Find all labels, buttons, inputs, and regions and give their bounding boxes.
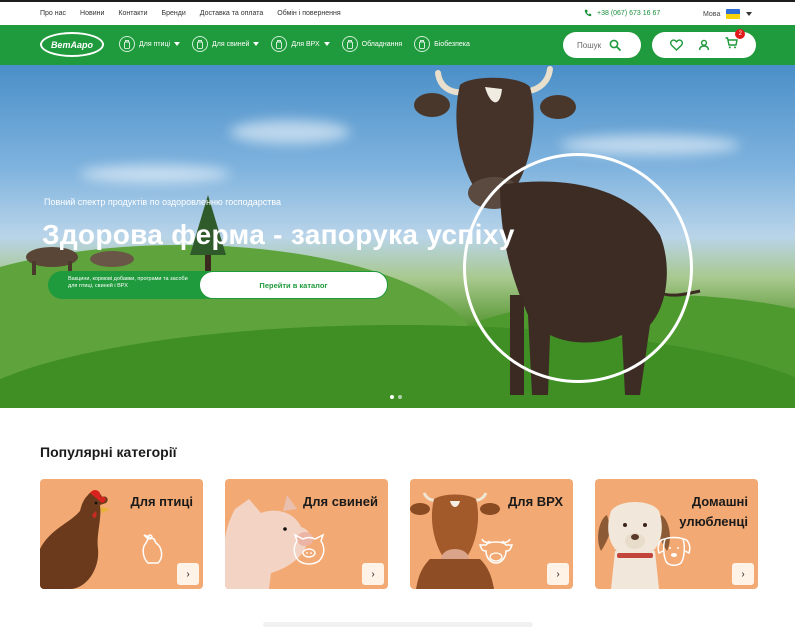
pig-icon xyxy=(293,533,325,565)
next-section-edge xyxy=(263,622,533,627)
hero-banner: Повний спектр продуктів по оздоровленню … xyxy=(0,65,795,408)
category-card-poultry[interactable]: Для птиці › xyxy=(40,479,203,589)
search-icon[interactable] xyxy=(609,39,622,51)
hero-ring-decoration xyxy=(463,153,693,383)
cart-count-badge: 2 xyxy=(735,29,746,39)
slider-dot[interactable] xyxy=(390,395,394,399)
slider-dot[interactable] xyxy=(398,395,402,399)
nav-label: Для птиці xyxy=(139,40,171,48)
category-label: Для птиці xyxy=(130,494,193,509)
hero-cta-group: Вакцини, кормові добавки, програми та за… xyxy=(48,271,388,299)
topnav-returns[interactable]: Обмін і повернення xyxy=(277,10,340,17)
top-nav: Про нас Новини Контакти Бренди Доставка … xyxy=(40,10,341,17)
chevron-down-icon xyxy=(746,12,753,16)
chevron-right-icon[interactable]: › xyxy=(732,563,754,585)
jar-icon xyxy=(119,36,135,52)
phone-icon xyxy=(584,9,592,17)
category-label: Для ВРХ xyxy=(508,494,563,509)
dog-icon xyxy=(657,536,691,566)
language-selector[interactable]: Мова xyxy=(703,9,753,19)
topnav-about[interactable]: Про нас xyxy=(40,10,66,17)
jar-icon xyxy=(192,36,209,52)
nav-pigs[interactable]: Для свиней xyxy=(192,36,260,52)
search-placeholder: Пошук xyxy=(577,40,602,50)
ukraine-flag-icon xyxy=(726,9,741,19)
chevron-right-icon[interactable]: › xyxy=(177,563,199,585)
heart-icon[interactable] xyxy=(669,39,683,51)
phone-number: +38 (067) 673 16 67 xyxy=(597,9,661,17)
logo[interactable]: ВетАаро xyxy=(40,32,104,57)
nav-equipment[interactable]: Обладнання xyxy=(341,36,403,52)
hero-cta-note: Вакцини, кормові добавки, програми та за… xyxy=(68,276,188,289)
chevron-down-icon xyxy=(174,42,181,46)
chevron-right-icon[interactable]: › xyxy=(362,563,384,585)
categories-title: Популярні категорії xyxy=(40,444,177,460)
language-label: Мова xyxy=(703,10,721,18)
nav-label: Обладнання xyxy=(361,40,403,48)
main-header: ВетАаро Для птиці Для свиней Для ВРХ Обл… xyxy=(0,25,795,65)
cow-icon xyxy=(478,538,514,564)
search-input[interactable]: Пошук xyxy=(563,32,641,58)
cart-button[interactable]: 2 xyxy=(725,29,746,54)
topnav-news[interactable]: Новини xyxy=(80,10,104,17)
nav-cattle[interactable]: Для ВРХ xyxy=(271,36,330,52)
nav-biosecurity[interactable]: Біобезпека xyxy=(414,36,470,52)
logo-text: ВетАаро xyxy=(50,39,94,50)
main-nav: Для птиці Для свиней Для ВРХ Обладнання … xyxy=(119,36,470,52)
nav-poultry[interactable]: Для птиці xyxy=(119,36,181,52)
hero-subtitle: Повний спектр продуктів по оздоровленню … xyxy=(44,197,282,207)
cart-icon xyxy=(725,37,739,49)
nav-label: Для ВРХ xyxy=(291,40,320,48)
user-icon[interactable] xyxy=(698,39,710,51)
jar-icon xyxy=(341,36,358,52)
chevron-down-icon xyxy=(323,42,330,46)
catalog-button[interactable]: Перейти в каталог xyxy=(199,271,388,299)
top-bar: Про нас Новини Контакти Бренди Доставка … xyxy=(0,2,795,25)
category-card-pigs[interactable]: Для свиней › xyxy=(225,479,388,589)
topnav-brands[interactable]: Бренди xyxy=(162,10,186,17)
nav-label: Біобезпека xyxy=(434,40,470,48)
chicken-image xyxy=(40,490,110,589)
hero-title: Здорова ферма - запорука успіху xyxy=(42,219,515,250)
cloud-decoration xyxy=(80,165,230,183)
category-label: Для свиней xyxy=(302,494,378,509)
cloud-decoration xyxy=(230,120,350,144)
phone-link[interactable]: +38 (067) 673 16 67 xyxy=(584,9,660,17)
jar-icon xyxy=(414,36,431,52)
category-label: Домашні улюбленці xyxy=(679,494,748,529)
topnav-contacts[interactable]: Контакти xyxy=(118,10,147,17)
jar-icon xyxy=(271,36,288,52)
topnav-delivery[interactable]: Доставка та оплата xyxy=(200,10,264,17)
category-cards: Для птиці › Для свиней › Для ВРХ › Домаш… xyxy=(40,479,758,589)
chevron-down-icon xyxy=(253,42,260,46)
user-actions: 2 xyxy=(652,29,756,58)
category-card-pets[interactable]: Домашні улюбленці › xyxy=(595,479,758,589)
category-card-cattle[interactable]: Для ВРХ › xyxy=(410,479,573,589)
slider-dots xyxy=(390,395,402,399)
chicken-icon xyxy=(142,534,163,564)
chevron-right-icon[interactable]: › xyxy=(547,563,569,585)
nav-label: Для свиней xyxy=(212,40,250,48)
